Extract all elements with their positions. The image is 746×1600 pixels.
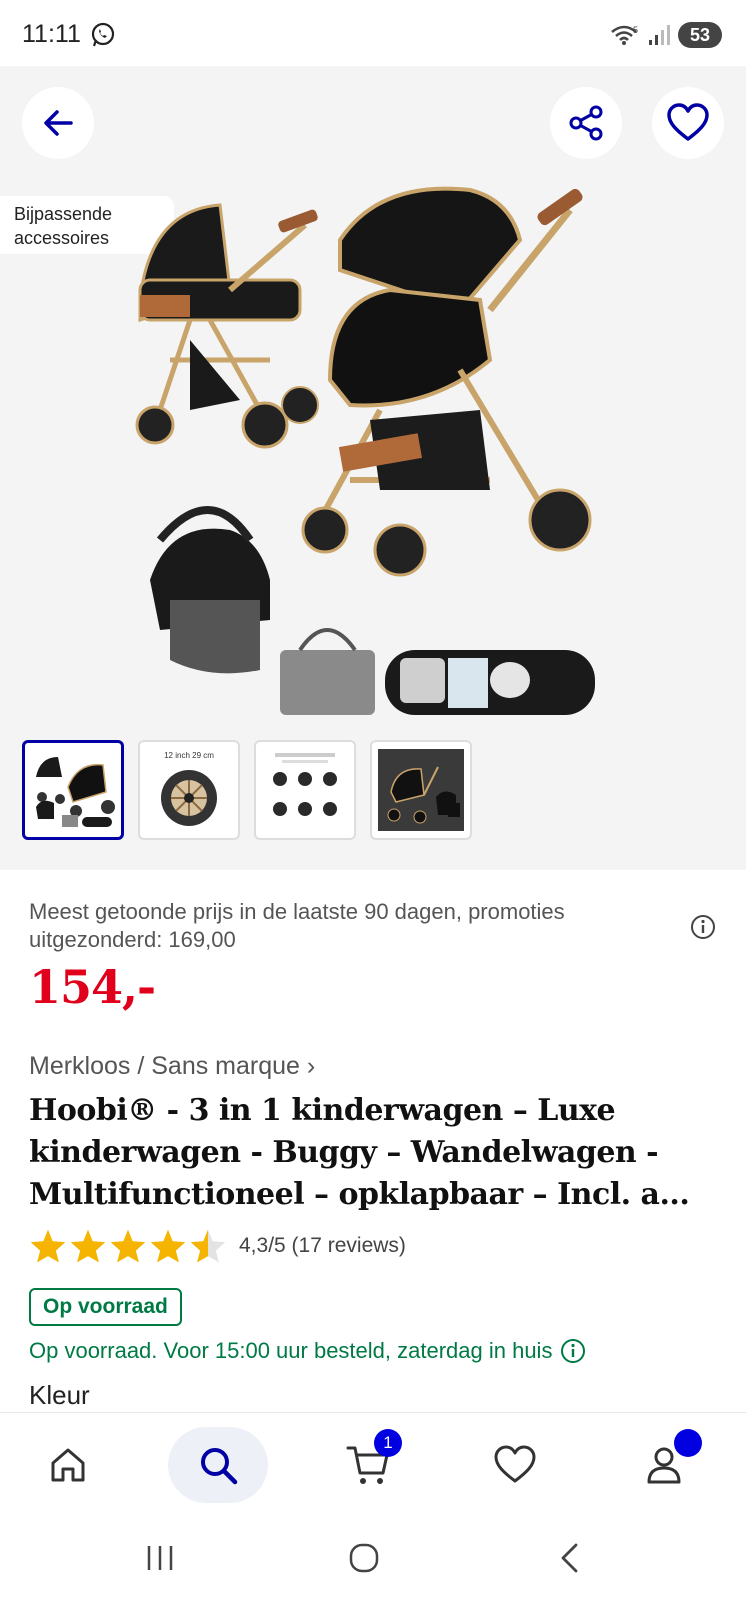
accessories-illustration xyxy=(385,650,595,715)
recent-apps-icon xyxy=(147,1546,173,1570)
thumbnail-2[interactable]: 12 inch 29 cm xyxy=(138,740,240,840)
search-icon xyxy=(201,1448,238,1485)
color-label: Kleur xyxy=(29,1380,90,1410)
star-icon xyxy=(30,1229,66,1263)
home-circle-icon xyxy=(349,1543,379,1573)
whatsapp-icon xyxy=(91,22,115,47)
system-navigation xyxy=(0,1512,746,1600)
nav-account[interactable] xyxy=(614,1427,714,1503)
thumbnail-3-image xyxy=(273,753,337,816)
small-stroller-illustration xyxy=(135,203,319,449)
chevron-left-icon xyxy=(561,1543,578,1573)
price-history-note: Meest getoonde prijs in de laatste 90 da… xyxy=(29,899,565,952)
chevron-right-icon: › xyxy=(306,1052,316,1080)
star-icon xyxy=(150,1229,186,1263)
share-icon xyxy=(569,105,603,141)
stock-badge: Op voorraad xyxy=(29,1288,182,1326)
thumbnail-2-caption: 12 inch 29 cm xyxy=(164,750,214,760)
battery-icon: 53 xyxy=(678,22,722,48)
rating[interactable]: 4,3/5 (17 reviews) xyxy=(29,1228,406,1264)
svg-text:5: 5 xyxy=(633,25,638,35)
bag-illustration xyxy=(280,628,375,715)
star-icon xyxy=(70,1229,106,1263)
status-bar: 11:11 5 53 xyxy=(0,0,746,66)
delivery-text: Op voorraad. Voor 15:00 uur besteld, zat… xyxy=(29,1338,553,1363)
nav-cart[interactable]: 1 xyxy=(318,1427,418,1503)
nav-wishlist[interactable] xyxy=(465,1427,565,1503)
status-time: 11:11 xyxy=(22,20,81,48)
price: 154,- xyxy=(29,960,156,1014)
back-button[interactable] xyxy=(22,87,94,159)
arrow-left-icon xyxy=(44,110,73,136)
heart-icon xyxy=(494,1445,536,1483)
nav-search[interactable] xyxy=(168,1427,268,1503)
brand-label: Merkloos / Sans marque xyxy=(29,1052,300,1080)
brand-link[interactable]: Merkloos / Sans marque › xyxy=(29,1052,315,1081)
info-icon[interactable] xyxy=(690,914,716,940)
star-half-icon xyxy=(190,1229,226,1263)
rating-stars xyxy=(29,1228,227,1264)
system-back-button[interactable] xyxy=(550,1538,590,1578)
cart-count-badge: 1 xyxy=(374,1429,402,1457)
car-seat-illustration xyxy=(150,506,270,674)
thumbnail-3[interactable] xyxy=(254,740,356,840)
share-button[interactable] xyxy=(550,87,622,159)
home-system-button[interactable] xyxy=(344,1538,384,1578)
notification-dot xyxy=(674,1429,702,1457)
signal-icon xyxy=(649,25,670,45)
product-image[interactable] xyxy=(130,180,620,740)
star-icon xyxy=(110,1229,146,1263)
product-title: Hoobi® - 3 in 1 kinderwagen – Luxe kinde… xyxy=(29,1093,690,1212)
wifi-icon: 5 xyxy=(611,25,638,45)
nav-home[interactable] xyxy=(18,1427,118,1503)
heart-icon xyxy=(667,103,709,141)
thumbnail-strip: 12 inch 29 cm xyxy=(22,740,472,840)
thumbnail-1-image xyxy=(36,757,115,827)
product-gallery[interactable]: Bijpassende accessoires 12 inch 29 cm xyxy=(0,66,746,870)
thumbnail-4-image xyxy=(378,749,464,831)
large-stroller-illustration xyxy=(301,186,592,577)
delivery-info: Op voorraad. Voor 15:00 uur besteld, zat… xyxy=(29,1338,586,1364)
thumbnail-1[interactable] xyxy=(22,740,124,840)
recent-apps-button[interactable] xyxy=(140,1538,180,1578)
thumbnail-4[interactable] xyxy=(370,740,472,840)
home-icon xyxy=(51,1448,85,1482)
bottom-navigation: 1 xyxy=(0,1412,746,1512)
info-icon[interactable] xyxy=(560,1338,586,1364)
rating-text: 4,3/5 (17 reviews) xyxy=(239,1234,406,1257)
favorite-button[interactable] xyxy=(652,87,724,159)
wheel-image xyxy=(161,769,217,826)
